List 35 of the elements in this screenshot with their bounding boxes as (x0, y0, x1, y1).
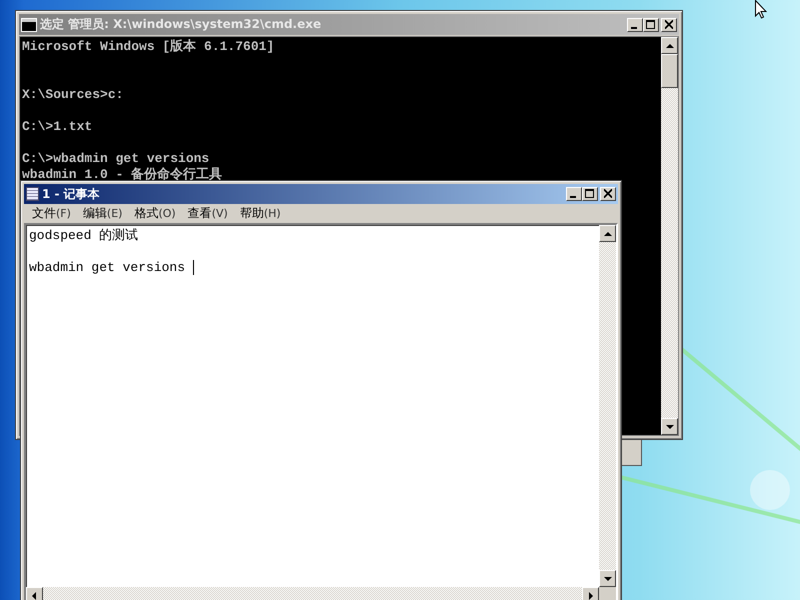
scroll-left-button[interactable] (26, 587, 43, 600)
maximize-button[interactable] (643, 18, 659, 32)
text-caret (192, 260, 194, 275)
close-button[interactable] (661, 18, 677, 32)
size-grip[interactable] (599, 587, 616, 600)
scroll-up-button[interactable] (599, 225, 616, 242)
text-line: wbadmin get versions (29, 260, 186, 275)
minimize-button[interactable] (566, 187, 582, 201)
menu-item[interactable]: 编辑(E) (76, 205, 128, 222)
maximize-button[interactable] (582, 187, 598, 201)
scroll-down-button[interactable] (599, 570, 616, 587)
window-title: 1 - 记事本 (42, 186, 101, 202)
notepad-icon (26, 187, 39, 201)
menu-item[interactable]: 格式(O) (128, 205, 182, 222)
menu-item[interactable]: 查看(V) (182, 205, 234, 222)
minimize-button[interactable] (627, 18, 643, 32)
vertical-scrollbar[interactable] (599, 225, 616, 587)
text-line: godspeed 的测试 (29, 228, 138, 243)
window-title: 选定 管理员: X:\windows\system32\cmd.exe (40, 16, 322, 33)
console-line: C:\>wbadmin get versions (22, 151, 210, 167)
console-line: C:\>1.txt (22, 119, 94, 135)
console-icon (21, 18, 37, 32)
scroll-up-button[interactable] (661, 37, 678, 54)
menu-item[interactable]: 帮助(H) (234, 205, 287, 222)
console-line: Microsoft Windows [版本 6.1.7601] (22, 39, 276, 55)
console-line: X:\Sources>c: (22, 87, 124, 103)
horizontal-scrollbar[interactable] (26, 587, 599, 600)
scroll-down-button[interactable] (661, 418, 678, 435)
menu-item[interactable]: 文件(F) (26, 205, 77, 222)
scroll-right-button[interactable] (582, 587, 599, 600)
vertical-scrollbar[interactable] (661, 37, 678, 435)
cursor-icon (755, 0, 767, 19)
scroll-thumb[interactable] (661, 54, 678, 88)
close-button[interactable] (600, 187, 616, 201)
console-line: wbadmin 1.0 - 备份命令行工具 (22, 167, 224, 183)
